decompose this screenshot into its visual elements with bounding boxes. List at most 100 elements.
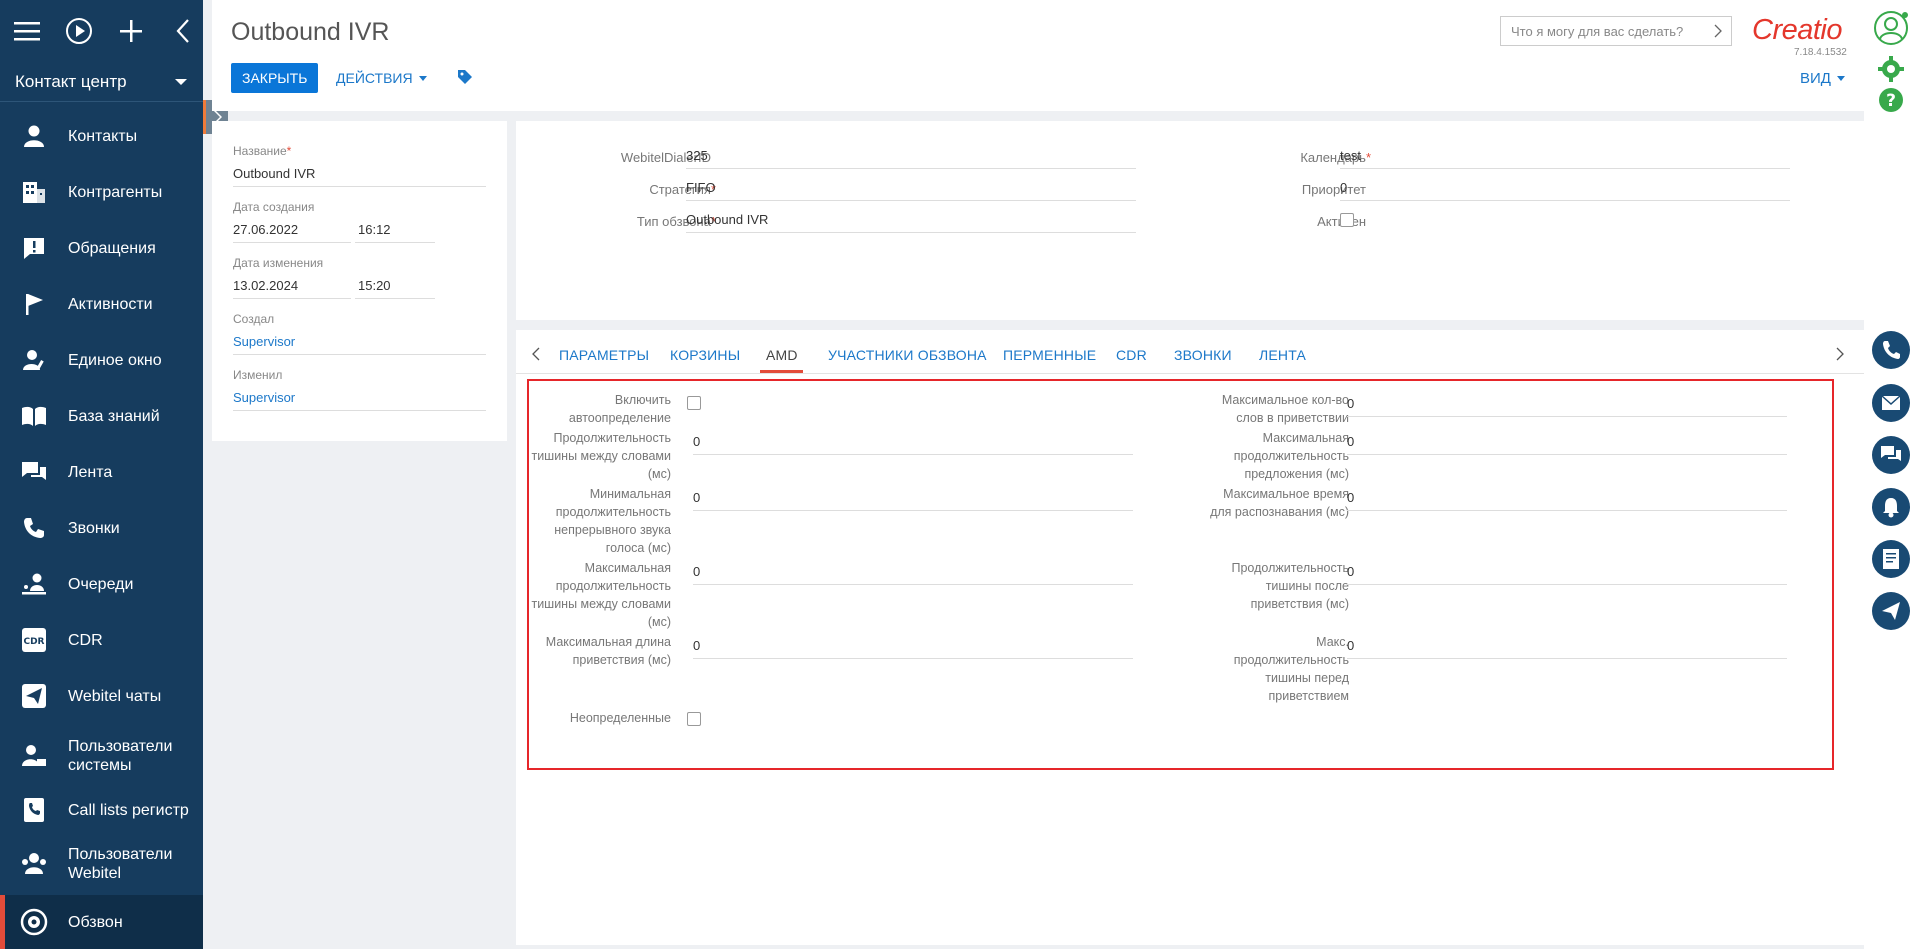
max-words-in-greeting-field[interactable]: 0 bbox=[1347, 396, 1787, 417]
enable-amd-label: Включить автоопределение bbox=[568, 393, 671, 425]
active-checkbox[interactable] bbox=[1340, 213, 1354, 227]
chevron-right-icon[interactable] bbox=[1836, 347, 1844, 361]
amd-settings-group: Включить автоопределение Продолжительност… bbox=[527, 379, 1834, 770]
active-label: Активен bbox=[1156, 214, 1366, 229]
help-icon[interactable]: ? bbox=[1878, 87, 1904, 118]
send-icon[interactable] bbox=[1872, 592, 1910, 630]
sidebar-item-label: Очереди bbox=[68, 575, 134, 593]
max-recognition-time-label: Максимальное время для распознавания (мс) bbox=[1210, 487, 1349, 519]
max-silence-between-words-label: Максимальная продолжительность тишины межд… bbox=[531, 561, 671, 629]
modifier-link[interactable]: Supervisor bbox=[233, 390, 486, 411]
bell-icon[interactable] bbox=[1872, 488, 1910, 526]
email-icon[interactable] bbox=[1872, 384, 1910, 422]
dialer-id-field[interactable]: 325 bbox=[686, 148, 1136, 169]
sidebar-item-queues[interactable]: Очереди bbox=[0, 564, 203, 604]
users-icon bbox=[20, 850, 48, 878]
sidebar: Контакт центр Контакты Контрагенты Обращ… bbox=[0, 0, 203, 949]
sidebar-item-knowledge-base[interactable]: База знаний bbox=[0, 396, 203, 436]
sidebar-item-calls[interactable]: Звонки bbox=[0, 508, 203, 548]
document-icon[interactable] bbox=[1872, 540, 1910, 578]
command-search-input[interactable]: Что я могу для вас сделать? bbox=[1500, 16, 1732, 46]
chat-icon[interactable] bbox=[1872, 436, 1910, 474]
tab-feed[interactable]: ЛЕНТА bbox=[1259, 347, 1306, 363]
communication-panel: ? bbox=[1864, 0, 1916, 949]
page-header: Outbound IVR ЗАКРЫТЬ ДЕЙСТВИЯ Что я могу… bbox=[212, 0, 1864, 111]
strategy-field[interactable]: FIFO bbox=[686, 180, 1136, 201]
max-silence-between-words-field[interactable]: 0 bbox=[693, 564, 1133, 585]
max-recognition-time-field[interactable]: 0 bbox=[1347, 490, 1787, 511]
sidebar-item-label: Call lists регистр bbox=[68, 801, 189, 819]
sidebar-item-webitel-users[interactable]: Пользователи Webitel bbox=[0, 840, 203, 888]
svg-text:CDR: CDR bbox=[23, 637, 44, 647]
view-label: ВИД bbox=[1800, 70, 1831, 87]
calendar-label: Календарь* bbox=[1300, 150, 1371, 165]
sidebar-item-webitel-chats[interactable]: Webitel чаты bbox=[0, 676, 203, 716]
close-button[interactable]: ЗАКРЫТЬ bbox=[231, 63, 319, 93]
silence-between-words-field[interactable]: 0 bbox=[693, 434, 1133, 455]
chevron-down-icon bbox=[1836, 76, 1845, 81]
sidebar-item-activities[interactable]: Активности bbox=[0, 284, 203, 324]
max-sentence-duration-field[interactable]: 0 bbox=[1347, 434, 1787, 455]
dial-type-field[interactable]: Outbound IVR bbox=[686, 212, 1136, 233]
gear-icon[interactable] bbox=[1878, 56, 1904, 87]
tab-cdr[interactable]: CDR bbox=[1116, 347, 1147, 363]
max-greeting-length-label: Максимальная длина приветствия (мс) bbox=[545, 635, 671, 667]
tab-baskets[interactable]: КОРЗИНЫ bbox=[670, 347, 740, 363]
tab-amd[interactable]: AMD bbox=[766, 347, 798, 363]
priority-field[interactable]: 0 bbox=[1340, 180, 1790, 201]
name-label: Название* bbox=[233, 144, 292, 158]
sidebar-item-label: Звонки bbox=[68, 519, 120, 537]
cdr-icon: CDR bbox=[20, 626, 48, 654]
record-info-card: Название* Outbound IVR Дата создания 27.… bbox=[212, 121, 507, 441]
min-voice-duration-field[interactable]: 0 bbox=[693, 490, 1133, 511]
max-silence-before-greeting-field[interactable]: 0 bbox=[1347, 638, 1787, 659]
tab-participants[interactable]: УЧАСТНИКИ ОБЗВОНА bbox=[828, 347, 987, 363]
search-placeholder: Что я могу для вас сделать? bbox=[1511, 23, 1684, 39]
sidebar-item-contacts[interactable]: Контакты bbox=[0, 116, 203, 156]
tab-calls[interactable]: ЗВОНКИ bbox=[1174, 347, 1232, 363]
book-icon bbox=[20, 402, 48, 430]
alert-icon bbox=[20, 234, 48, 262]
tab-parameters[interactable]: ПАРАМЕТРЫ bbox=[559, 347, 649, 363]
queue-icon bbox=[20, 570, 48, 598]
send-icon bbox=[20, 682, 48, 710]
sidebar-toolbar bbox=[0, 0, 203, 62]
creator-label: Создал bbox=[233, 312, 275, 326]
enable-amd-checkbox[interactable] bbox=[687, 396, 701, 410]
menu-icon[interactable] bbox=[12, 16, 42, 46]
phone-icon[interactable] bbox=[1872, 331, 1910, 369]
undefined-label: Неопределенные bbox=[569, 711, 671, 725]
chevron-right-icon[interactable] bbox=[1713, 24, 1723, 38]
undefined-checkbox[interactable] bbox=[687, 712, 701, 726]
max-greeting-length-field[interactable]: 0 bbox=[693, 638, 1133, 659]
chevron-left-icon[interactable] bbox=[532, 347, 540, 361]
collapse-left-icon[interactable] bbox=[168, 16, 198, 46]
modified-time-field: 15:20 bbox=[355, 278, 435, 299]
silence-after-greeting-label: Продолжительность тишины после приветствия… bbox=[1231, 561, 1350, 611]
calendar-field[interactable]: test bbox=[1340, 148, 1790, 169]
sidebar-item-system-users[interactable]: Пользователи системы bbox=[0, 732, 203, 780]
workplace-selector[interactable]: Контакт центр bbox=[0, 62, 203, 102]
view-button[interactable]: ВИД bbox=[1800, 70, 1845, 87]
tag-icon[interactable] bbox=[457, 69, 473, 90]
tab-variables[interactable]: ПЕРМЕННЫЕ bbox=[1003, 347, 1096, 363]
plus-icon[interactable] bbox=[116, 16, 146, 46]
sidebar-item-dialer[interactable]: Обзвон bbox=[0, 895, 203, 949]
chevron-down-icon bbox=[175, 78, 187, 85]
sidebar-item-call-lists[interactable]: Call lists регистр bbox=[0, 790, 203, 830]
sidebar-item-cdr[interactable]: CDR CDR bbox=[0, 620, 203, 660]
sidebar-item-single-window[interactable]: Единое окно bbox=[0, 340, 203, 380]
main-fields-card: WebitelDialerID 325 Стратегия* FIFO Тип … bbox=[516, 121, 1864, 320]
play-icon[interactable] bbox=[64, 16, 94, 46]
actions-button[interactable]: ДЕЙСТВИЯ bbox=[336, 70, 427, 86]
sidebar-item-feed[interactable]: Лента bbox=[0, 452, 203, 492]
sidebar-item-accounts[interactable]: Контрагенты bbox=[0, 172, 203, 212]
sidebar-item-label: Единое окно bbox=[68, 351, 162, 369]
sidebar-item-label: Активности bbox=[68, 295, 153, 313]
creator-link[interactable]: Supervisor bbox=[233, 334, 486, 355]
profile-avatar-icon[interactable] bbox=[1873, 10, 1909, 51]
silence-after-greeting-field[interactable]: 0 bbox=[1347, 564, 1787, 585]
name-field[interactable]: Outbound IVR bbox=[233, 166, 486, 187]
sidebar-item-cases[interactable]: Обращения bbox=[0, 228, 203, 268]
sidebar-item-label: Контакты bbox=[68, 127, 138, 145]
